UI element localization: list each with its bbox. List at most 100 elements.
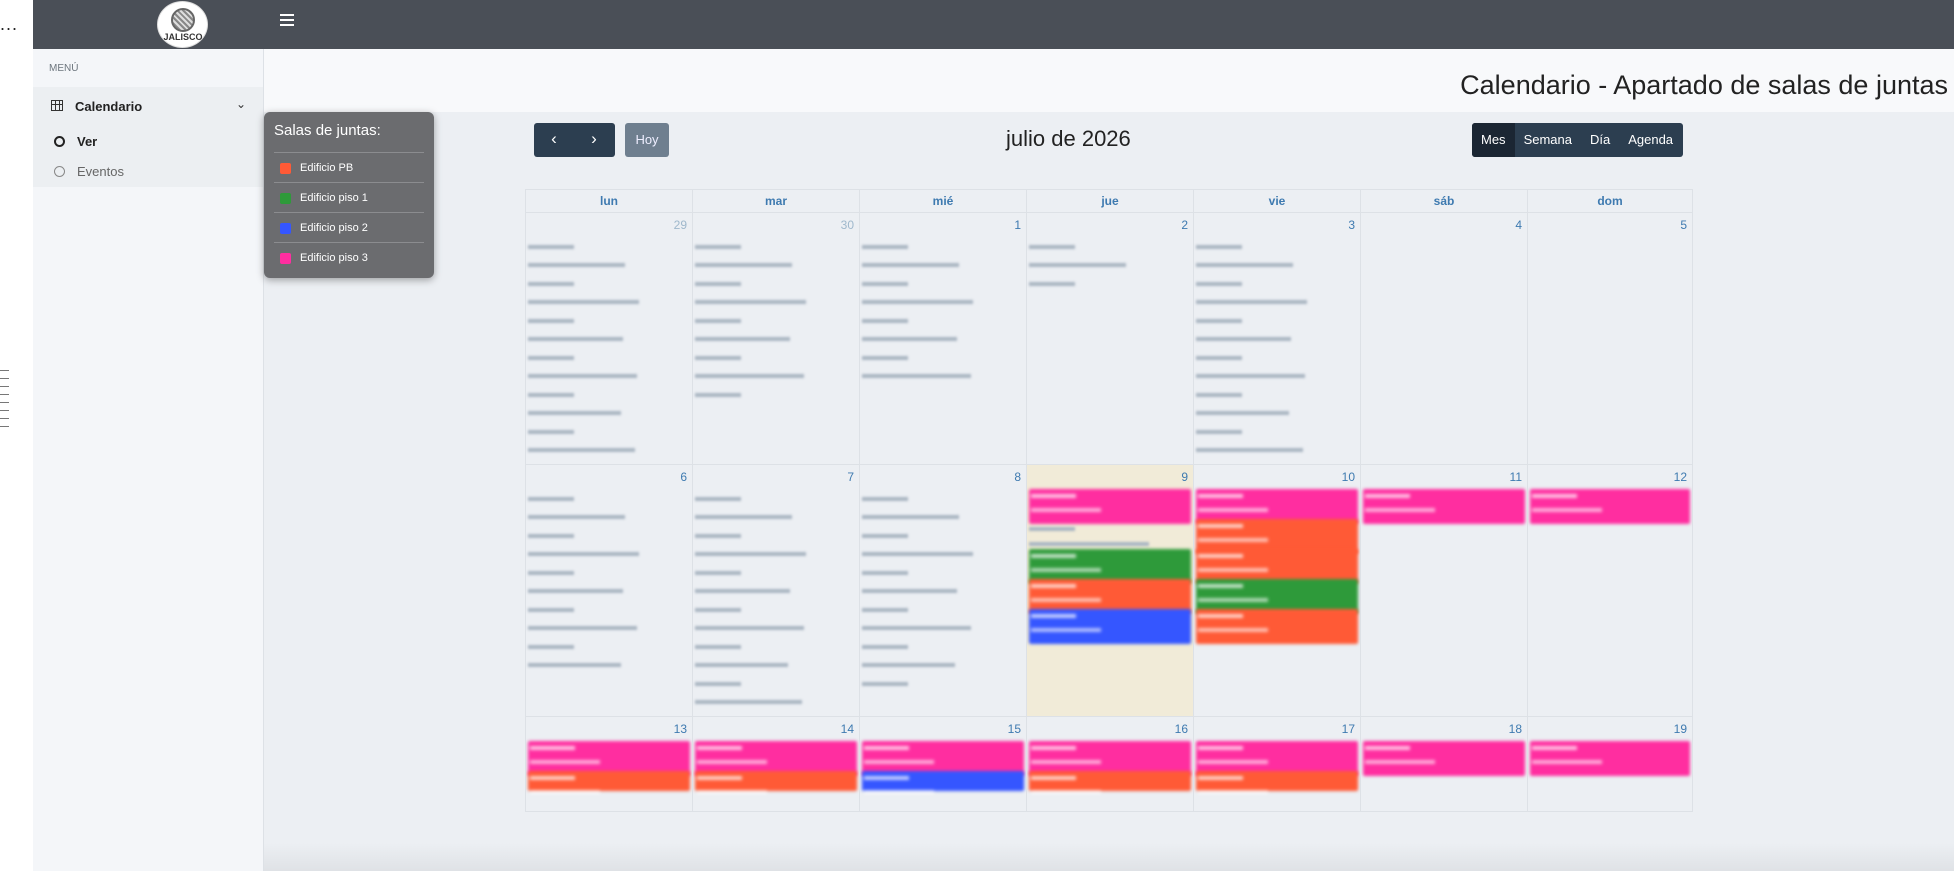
event-item[interactable] xyxy=(528,330,690,348)
event-bar[interactable] xyxy=(528,771,690,794)
day-number[interactable]: 14 xyxy=(841,722,854,736)
event-item[interactable] xyxy=(528,441,690,459)
day-number[interactable]: 15 xyxy=(1008,722,1021,736)
day-cell[interactable]: 6 xyxy=(525,464,693,717)
event-item[interactable] xyxy=(1196,367,1358,385)
event-bar[interactable] xyxy=(862,771,1024,794)
hamburger-menu-icon[interactable] xyxy=(280,14,294,28)
day-number[interactable]: 4 xyxy=(1515,218,1522,232)
event-bar[interactable] xyxy=(1363,489,1525,524)
day-cell[interactable]: 15 xyxy=(859,716,1027,812)
event-item[interactable] xyxy=(1196,385,1358,403)
event-item[interactable] xyxy=(1196,441,1358,459)
view-agenda-button[interactable]: Agenda xyxy=(1619,123,1682,157)
event-item[interactable] xyxy=(862,674,1024,692)
event-item[interactable] xyxy=(528,619,690,637)
prev-month-button[interactable]: ‹ xyxy=(534,123,574,157)
day-cell[interactable]: 10 xyxy=(1193,464,1361,717)
event-item[interactable] xyxy=(1029,274,1191,292)
day-cell[interactable]: 1 xyxy=(859,212,1027,465)
event-item[interactable] xyxy=(1029,237,1191,255)
event-item[interactable] xyxy=(695,311,857,329)
day-number[interactable]: 2 xyxy=(1181,218,1188,232)
event-item[interactable] xyxy=(528,600,690,618)
event-bar[interactable] xyxy=(1029,609,1191,644)
day-number[interactable]: 8 xyxy=(1014,470,1021,484)
event-item[interactable] xyxy=(528,256,690,274)
event-item[interactable] xyxy=(528,404,690,422)
event-item[interactable] xyxy=(695,237,857,255)
event-item[interactable] xyxy=(1196,404,1358,422)
event-item[interactable] xyxy=(528,237,690,255)
event-item[interactable] xyxy=(862,563,1024,581)
day-cell[interactable]: 17 xyxy=(1193,716,1361,812)
event-item[interactable] xyxy=(695,619,857,637)
event-item[interactable] xyxy=(528,385,690,403)
event-item[interactable] xyxy=(862,237,1024,255)
event-item[interactable] xyxy=(695,674,857,692)
day-cell[interactable]: 5 xyxy=(1527,212,1693,465)
event-item[interactable] xyxy=(695,526,857,544)
collapsed-panel-handle[interactable] xyxy=(0,370,10,434)
day-number[interactable]: 18 xyxy=(1509,722,1522,736)
event-item[interactable] xyxy=(528,545,690,563)
event-item[interactable] xyxy=(862,348,1024,366)
event-item[interactable] xyxy=(695,600,857,618)
event-item[interactable] xyxy=(862,526,1024,544)
sidebar-item-ver[interactable]: Ver xyxy=(33,127,263,157)
day-number[interactable]: 12 xyxy=(1674,470,1687,484)
event-item[interactable] xyxy=(1196,422,1358,440)
event-item[interactable] xyxy=(1196,274,1358,292)
event-item[interactable] xyxy=(528,367,690,385)
event-bar[interactable] xyxy=(1029,771,1191,794)
event-item[interactable] xyxy=(695,293,857,311)
event-item[interactable] xyxy=(1196,330,1358,348)
day-cell[interactable]: 3 xyxy=(1193,212,1361,465)
view-month-button[interactable]: Mes xyxy=(1472,123,1515,157)
event-item[interactable] xyxy=(1196,348,1358,366)
day-number[interactable]: 29 xyxy=(674,218,687,232)
event-item[interactable] xyxy=(862,311,1024,329)
day-cell[interactable]: 8 xyxy=(859,464,1027,717)
sidebar-item-calendario[interactable]: Calendario ⌄ xyxy=(33,87,263,127)
jalisco-logo[interactable]: JALISCO xyxy=(157,1,208,48)
event-item[interactable] xyxy=(695,545,857,563)
view-day-button[interactable]: Día xyxy=(1581,123,1619,157)
event-bar[interactable] xyxy=(1530,741,1690,776)
day-number[interactable]: 10 xyxy=(1342,470,1355,484)
event-item[interactable] xyxy=(528,311,690,329)
view-week-button[interactable]: Semana xyxy=(1515,123,1581,157)
event-item[interactable] xyxy=(862,330,1024,348)
event-item[interactable] xyxy=(695,693,857,711)
event-item[interactable] xyxy=(695,637,857,655)
more-options-icon[interactable]: ... xyxy=(0,14,18,35)
event-item[interactable] xyxy=(862,256,1024,274)
day-cell[interactable]: 13 xyxy=(525,716,693,812)
day-number[interactable]: 1 xyxy=(1014,218,1021,232)
event-item[interactable] xyxy=(1196,293,1358,311)
day-cell[interactable]: 12 xyxy=(1527,464,1693,717)
event-item[interactable] xyxy=(695,385,857,403)
day-number[interactable]: 30 xyxy=(841,218,854,232)
event-item[interactable] xyxy=(528,563,690,581)
day-cell[interactable]: 18 xyxy=(1360,716,1528,812)
day-number[interactable]: 7 xyxy=(847,470,854,484)
sidebar-item-eventos[interactable]: Eventos xyxy=(33,157,263,187)
event-item[interactable] xyxy=(528,489,690,507)
day-number[interactable]: 11 xyxy=(1510,470,1522,484)
day-cell[interactable]: 2 xyxy=(1026,212,1194,465)
event-bar[interactable] xyxy=(1196,609,1358,644)
day-cell[interactable]: 9 xyxy=(1026,464,1194,717)
day-cell[interactable]: 16 xyxy=(1026,716,1194,812)
day-cell[interactable]: 7 xyxy=(692,464,860,717)
event-item[interactable] xyxy=(1196,311,1358,329)
today-button[interactable]: Hoy xyxy=(625,123,669,157)
event-bar[interactable] xyxy=(1530,489,1690,524)
event-item[interactable] xyxy=(695,367,857,385)
event-item[interactable] xyxy=(695,656,857,674)
event-item[interactable] xyxy=(1196,237,1358,255)
day-number[interactable]: 5 xyxy=(1680,218,1687,232)
event-item[interactable] xyxy=(695,330,857,348)
event-item[interactable] xyxy=(1029,256,1191,274)
event-item[interactable] xyxy=(695,563,857,581)
